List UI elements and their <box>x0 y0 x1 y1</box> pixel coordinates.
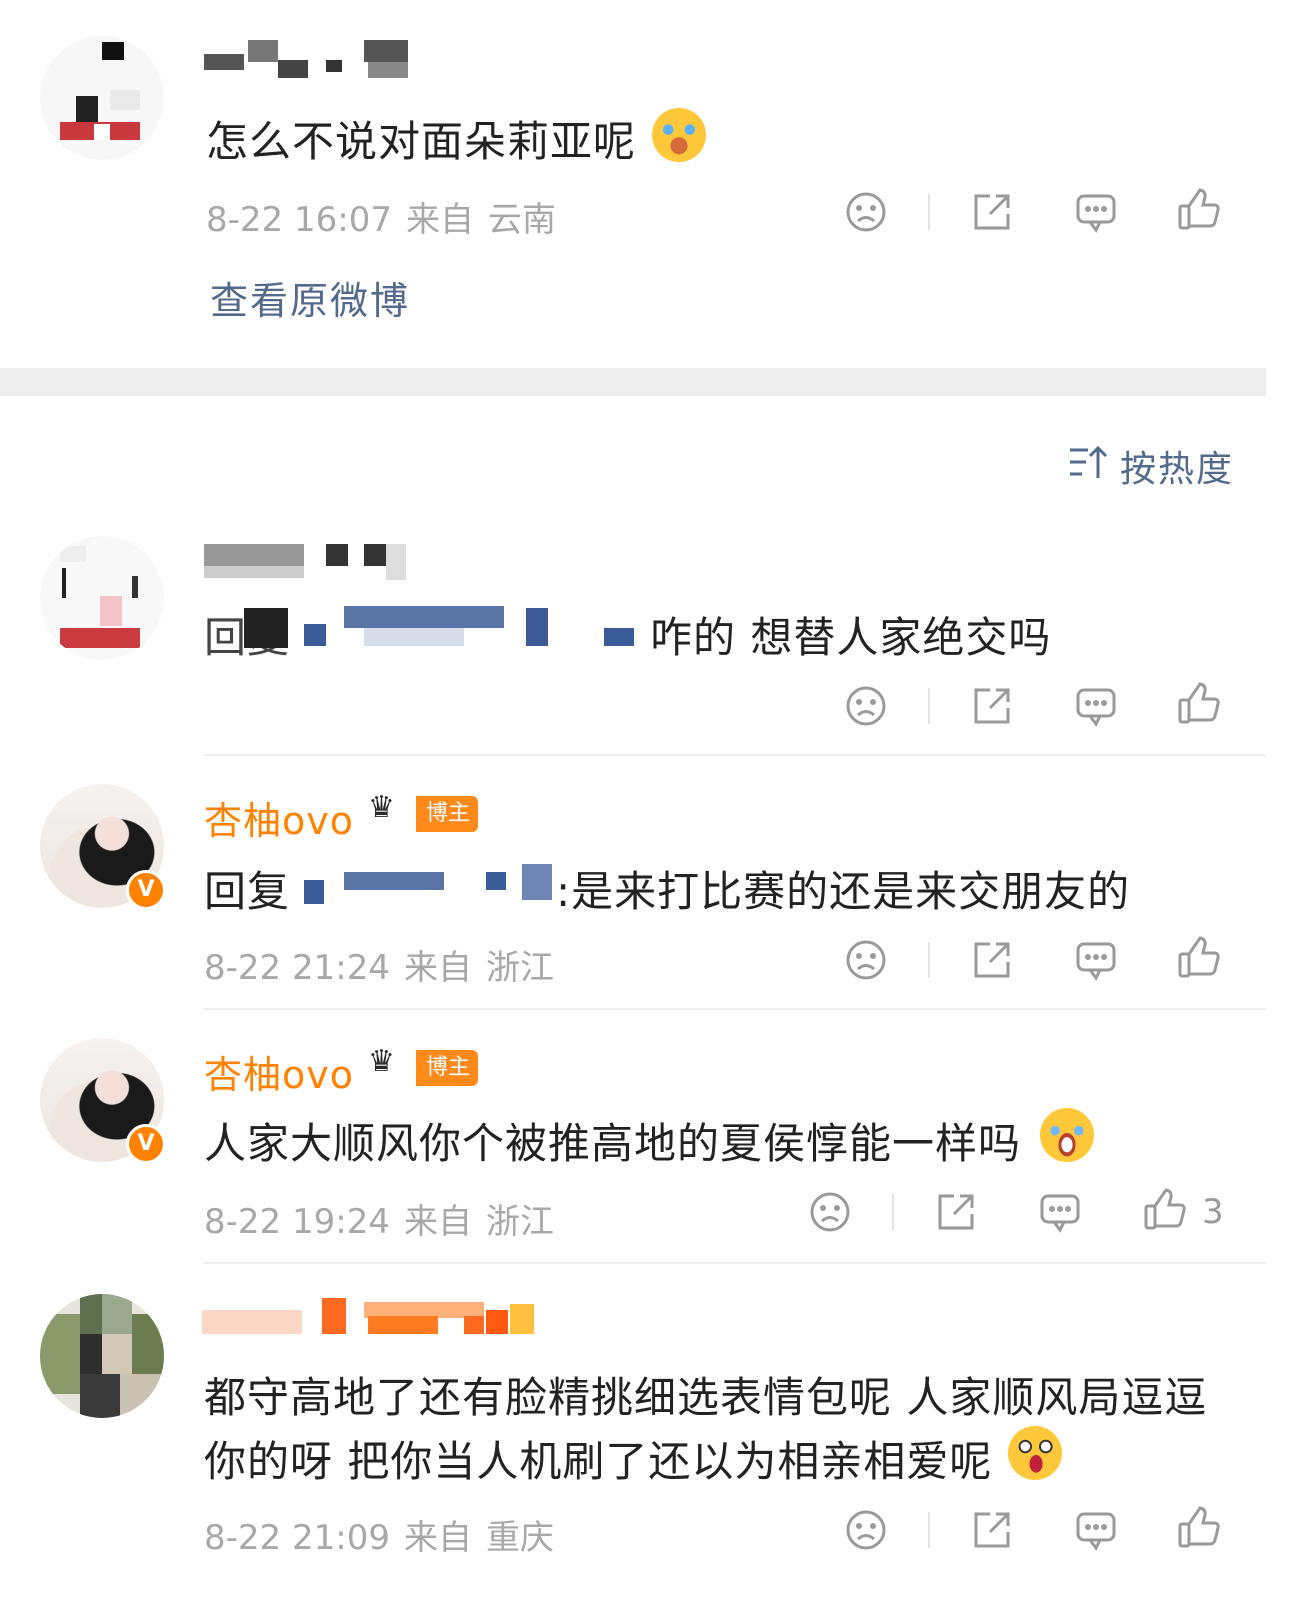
verified-icon: V <box>126 870 166 910</box>
sort-label: 按热度 <box>1120 449 1235 490</box>
share-icon[interactable] <box>970 684 1014 728</box>
from-label: 来自 <box>403 948 472 988</box>
from-label: 来自 <box>405 200 474 240</box>
sort-icon <box>1068 442 1108 482</box>
comment-body: :是来打比赛的还是来交朋友的 <box>556 867 1131 916</box>
like-icon[interactable] <box>1142 1188 1186 1232</box>
comment-meta: 8-22 21:24 来自 浙江 <box>204 940 568 989</box>
comment-icon[interactable] <box>1074 1508 1118 1552</box>
location: 云南 <box>487 200 556 240</box>
share-icon[interactable] <box>970 1508 1014 1552</box>
comment-text: 回复 :是来打比赛的还是来交朋友的 <box>204 854 1204 916</box>
comment-meta: 8-22 19:24 来自 浙江 <box>204 1194 568 1243</box>
comment-body: 咋的 想替人家绝交吗 <box>650 613 1052 662</box>
laughing-emoji <box>1040 1108 1094 1162</box>
comment-body: 人家大顺风你个被推高地的夏侯惇能一样吗 <box>204 1119 1022 1168</box>
crown-icon: ♛ <box>368 790 395 825</box>
comment-icon[interactable] <box>1074 684 1118 728</box>
comment-text: 怎么不说对面朵莉亚呢 <box>206 117 637 166</box>
share-icon[interactable] <box>970 938 1014 982</box>
comment-divider <box>204 1008 1266 1010</box>
verified-icon: V <box>126 1124 166 1164</box>
comment-body: 都守高地了还有脸精挑细选表情包呢 人家顺风局逗逗 <box>204 1373 1208 1422</box>
like-icon[interactable] <box>1176 188 1220 232</box>
timestamp: 8-22 21:09 <box>204 1518 390 1558</box>
top-comment-section: 怎么不说对面朵莉亚呢 8-22 16:07 来自 云南 查看原微博 <box>0 0 1290 366</box>
divider <box>928 688 930 724</box>
comment-meta: 8-22 16:07 来自 云南 <box>206 192 570 241</box>
location: 浙江 <box>485 948 554 988</box>
location: 重庆 <box>485 1518 554 1558</box>
laugh-cry-emoji <box>652 108 706 162</box>
timestamp: 8-22 16:07 <box>206 200 392 240</box>
section-separator <box>0 368 1266 396</box>
avatar[interactable] <box>40 536 164 660</box>
share-icon[interactable] <box>934 1190 978 1234</box>
username-blurred[interactable] <box>202 1298 536 1338</box>
blogger-badge: 博主 <box>416 796 479 832</box>
sort-toggle[interactable]: 按热度 <box>1068 440 1238 490</box>
avatar[interactable] <box>40 36 164 160</box>
dislike-icon[interactable] <box>844 684 888 728</box>
divider <box>928 194 930 230</box>
comment-divider <box>204 754 1266 756</box>
dislike-icon[interactable] <box>808 1190 852 1234</box>
divider <box>928 942 930 978</box>
dislike-icon[interactable] <box>844 190 888 234</box>
share-icon[interactable] <box>970 190 1014 234</box>
divider <box>892 1194 894 1230</box>
comment-meta: 8-22 21:09 来自 重庆 <box>204 1510 568 1559</box>
username-blurred[interactable] <box>204 544 406 584</box>
timestamp: 8-22 21:24 <box>204 948 390 988</box>
like-icon[interactable] <box>1176 936 1220 980</box>
blogger-badge: 博主 <box>416 1050 479 1086</box>
like-count: 3 <box>1202 1192 1224 1232</box>
drooling-emoji <box>1008 1426 1062 1480</box>
like-icon[interactable] <box>1176 1506 1220 1550</box>
comment-icon[interactable] <box>1038 1190 1082 1234</box>
reply-prefix: 回复 <box>204 867 291 916</box>
username[interactable]: 杏柚ovo <box>204 790 354 845</box>
username[interactable]: 杏柚ovo <box>204 1044 354 1099</box>
dislike-icon[interactable] <box>844 938 888 982</box>
comment-divider <box>204 1262 1266 1264</box>
avatar[interactable] <box>40 1294 164 1418</box>
location: 浙江 <box>485 1202 554 1242</box>
comment-text: 回复 咋的 想替人家绝交吗 <box>204 600 1104 662</box>
divider <box>928 1512 930 1548</box>
comment-icon[interactable] <box>1074 190 1118 234</box>
username-blurred[interactable] <box>204 40 410 80</box>
crown-icon: ♛ <box>368 1044 395 1079</box>
like-icon[interactable] <box>1176 682 1220 726</box>
timestamp: 8-22 19:24 <box>204 1202 390 1242</box>
comment-icon[interactable] <box>1074 938 1118 982</box>
dislike-icon[interactable] <box>844 1508 888 1552</box>
comment-body-line2: 你的呀 把你当人机刷了还以为相亲相爱呢 <box>204 1437 993 1486</box>
from-label: 来自 <box>403 1518 472 1558</box>
view-original-link[interactable]: 查看原微博 <box>210 270 410 325</box>
from-label: 来自 <box>403 1202 472 1242</box>
